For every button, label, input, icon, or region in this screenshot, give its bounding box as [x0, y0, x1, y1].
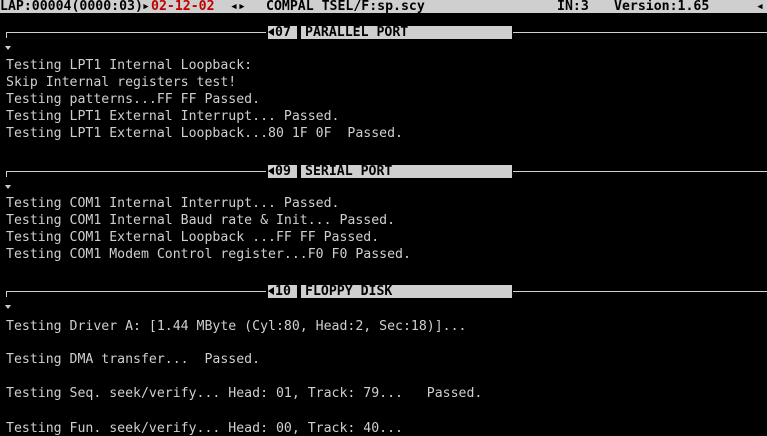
triangle-right-icon: [506, 167, 512, 175]
log-line: Testing Fun. seek/verify... Head: 00, Tr…: [6, 421, 403, 436]
divider-line-right: [513, 32, 767, 33]
status-version: Version:1.65: [614, 0, 710, 13]
log-line: Testing COM1 Internal Baud rate & Init..…: [6, 213, 396, 228]
status-arrow-left: ▸: [142, 0, 150, 13]
divider-line-right: [513, 291, 767, 292]
log-line: Testing LPT1 Internal Loopback:: [6, 58, 253, 73]
log-line: Testing patterns...FF FF Passed.: [6, 92, 261, 107]
down-triangle-icon: [5, 185, 11, 189]
log-line: Testing LPT1 External Interrupt... Passe…: [6, 109, 340, 124]
triangle-right-icon: [506, 287, 512, 295]
log-line: Testing Driver A: [1.44 MByte (Cyl:80, H…: [6, 319, 467, 334]
section-separator-bar: [297, 26, 301, 39]
divider-line-left: [6, 171, 266, 172]
section-title: FLOPPY DISK: [305, 284, 393, 299]
down-triangle-icon: [5, 305, 11, 309]
log-line: Testing Seq. seek/verify... Head: 01, Tr…: [6, 386, 483, 401]
triangle-right-icon: [506, 28, 512, 36]
triangle-left-icon: [268, 167, 274, 175]
section-title-box: 09 SERIAL PORT: [268, 165, 512, 178]
section-header-floppy-disk: 10 FLOPPY DISK: [0, 285, 767, 298]
log-line: Testing COM1 Internal Interrupt... Passe…: [6, 196, 340, 211]
log-line: Testing COM1 External Loopback ...FF FF …: [6, 230, 380, 245]
section-title: PARALLEL PORT: [305, 25, 409, 40]
status-program: COMPAL TSEL/F:sp.scy: [266, 0, 425, 13]
status-arrow-right: ◂▸: [230, 0, 246, 13]
status-in: IN:3: [557, 0, 589, 13]
log-line: Testing LPT1 External Loopback...80 1F 0…: [6, 126, 403, 141]
log-line: Skip Internal registers test!: [6, 75, 237, 90]
divider-line-left: [6, 32, 266, 33]
status-bar: LAP:00004(0000:03) ▸ 02-12-02 ◂▸ COMPAL …: [0, 0, 767, 13]
section-number: 09: [275, 164, 291, 179]
section-header-parallel-port: 07 PARALLEL PORT: [0, 26, 767, 39]
section-title-box: 07 PARALLEL PORT: [268, 26, 512, 39]
divider-line-left: [6, 291, 266, 292]
section-title: SERIAL PORT: [305, 164, 393, 179]
section-number: 10: [275, 284, 291, 299]
status-arrow-end: ◂: [756, 0, 764, 13]
triangle-left-icon: [268, 28, 274, 36]
section-separator-bar: [297, 285, 301, 298]
section-separator-bar: [297, 165, 301, 178]
down-triangle-icon: [5, 46, 11, 50]
section-title-box: 10 FLOPPY DISK: [268, 285, 512, 298]
divider-line-right: [513, 171, 767, 172]
section-header-serial-port: 09 SERIAL PORT: [0, 165, 767, 178]
status-date: 02-12-02: [151, 0, 215, 13]
triangle-left-icon: [268, 287, 274, 295]
status-prefix: LAP:00004(0000:03): [0, 0, 143, 13]
log-line: Testing COM1 Modem Control register...F0…: [6, 247, 411, 262]
section-number: 07: [275, 25, 291, 40]
log-line: Testing DMA transfer... Passed.: [6, 352, 261, 367]
